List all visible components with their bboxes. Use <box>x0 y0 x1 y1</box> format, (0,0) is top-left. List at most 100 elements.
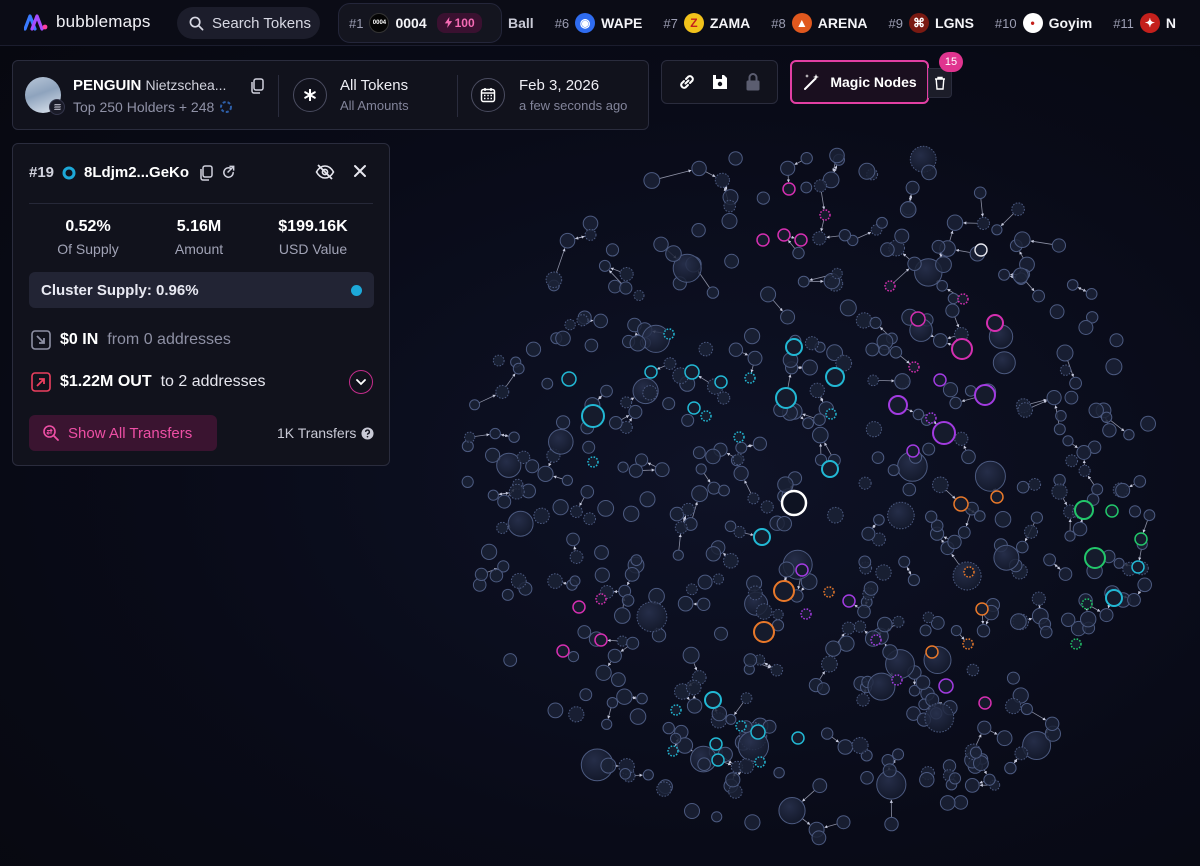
holder-bubble[interactable] <box>691 160 707 177</box>
holder-bubble[interactable] <box>508 431 520 443</box>
holder-bubble[interactable] <box>817 682 830 696</box>
holder-bubble[interactable] <box>973 186 987 200</box>
holder-bubble[interactable] <box>1128 505 1142 518</box>
holder-bubble[interactable] <box>595 664 612 681</box>
holder-bubble[interactable] <box>626 636 640 650</box>
holder-bubble[interactable] <box>564 319 576 331</box>
holder-bubble[interactable] <box>561 474 574 486</box>
date-picker-button[interactable] <box>471 78 505 112</box>
holder-bubble[interactable] <box>723 199 737 213</box>
holder-bubble[interactable] <box>464 431 476 443</box>
holder-bubble[interactable] <box>1004 761 1017 775</box>
holder-bubble[interactable] <box>946 214 964 231</box>
holder-bubble[interactable] <box>706 286 720 299</box>
holder-bubble[interactable] <box>700 410 712 422</box>
holder-bubble[interactable] <box>836 815 851 830</box>
holder-bubble[interactable] <box>823 586 835 598</box>
holder-bubble[interactable] <box>682 646 700 664</box>
holder-bubble[interactable] <box>614 607 631 624</box>
holder-bubble[interactable] <box>825 408 837 420</box>
holder-bubble[interactable] <box>510 573 527 589</box>
trending-item[interactable]: #7 Z ZAMA <box>663 13 750 33</box>
holder-bubble[interactable] <box>559 232 576 249</box>
holder-bubble[interactable] <box>919 772 935 788</box>
holder-bubble[interactable] <box>1074 500 1094 520</box>
holder-bubble[interactable] <box>773 580 795 602</box>
holder-bubble[interactable] <box>780 160 796 176</box>
holder-bubble[interactable] <box>606 697 619 709</box>
holder-bubble[interactable] <box>570 505 583 519</box>
holder-bubble[interactable] <box>812 778 828 794</box>
holder-bubble[interactable] <box>623 505 640 522</box>
holder-bubble[interactable] <box>1055 410 1067 422</box>
holder-bubble[interactable] <box>1058 567 1073 581</box>
holder-bubble[interactable] <box>572 600 586 614</box>
holder-bubble[interactable] <box>974 510 986 522</box>
holder-bubble[interactable] <box>723 553 739 569</box>
holder-bubble[interactable] <box>907 573 921 587</box>
holder-bubble[interactable] <box>547 573 563 589</box>
holder-bubble[interactable] <box>792 246 805 260</box>
holder-bubble[interactable] <box>725 772 741 788</box>
holder-bubble[interactable] <box>819 209 831 221</box>
holder-bubble[interactable] <box>605 243 620 257</box>
holder-bubble[interactable] <box>878 344 890 356</box>
trending-item[interactable]: #6 ◉ WAPE <box>555 13 642 33</box>
help-icon[interactable] <box>361 426 374 440</box>
holder-bubble[interactable] <box>474 567 488 582</box>
boost-badge[interactable]: 100 <box>436 13 482 33</box>
holder-bubble[interactable] <box>1099 608 1114 623</box>
holder-bubble[interactable] <box>753 621 775 643</box>
holder-bubble[interactable] <box>947 292 960 305</box>
holder-bubble[interactable] <box>674 521 688 534</box>
holder-bubble[interactable] <box>871 451 885 465</box>
holder-bubble[interactable] <box>910 311 926 327</box>
holder-bubble[interactable] <box>800 152 813 165</box>
holder-bubble[interactable] <box>760 286 777 303</box>
holder-bubble[interactable] <box>705 546 722 562</box>
holder-bubble[interactable] <box>869 316 882 329</box>
holder-bubble[interactable] <box>1065 454 1079 468</box>
holder-bubble[interactable] <box>977 720 992 735</box>
holder-bubble[interactable] <box>776 516 792 532</box>
holder-bubble[interactable] <box>743 653 758 667</box>
holder-bubble[interactable] <box>797 275 810 288</box>
holder-bubble[interactable] <box>593 313 609 329</box>
search-tokens-button[interactable]: Search Tokens <box>177 7 320 39</box>
holder-bubble[interactable] <box>945 303 960 318</box>
show-all-transfers-button[interactable]: Show All Transfers <box>29 415 217 451</box>
holder-bubble[interactable] <box>870 634 882 646</box>
holder-bubble[interactable] <box>684 364 700 380</box>
holder-bubble[interactable] <box>998 268 1011 281</box>
holder-bubble[interactable] <box>1028 478 1042 491</box>
holder-bubble[interactable] <box>858 476 872 490</box>
holder-bubble[interactable] <box>939 795 956 811</box>
holder-bubble[interactable] <box>858 555 872 569</box>
selected-holder-bubble[interactable] <box>780 489 808 517</box>
holder-bubble[interactable] <box>733 431 745 443</box>
copy-icon[interactable] <box>199 164 213 181</box>
holder-bubble[interactable] <box>685 679 702 696</box>
holder-bubble[interactable] <box>561 371 577 387</box>
holder-bubble[interactable] <box>489 427 501 440</box>
holder-bubble[interactable] <box>1100 411 1113 423</box>
holder-bubble[interactable] <box>609 416 623 430</box>
holder-bubble[interactable] <box>735 720 747 732</box>
holder-bubble[interactable] <box>620 396 633 409</box>
holder-bubble[interactable] <box>1016 480 1030 494</box>
holder-bubble[interactable] <box>811 830 827 846</box>
holder-bubble[interactable] <box>894 373 911 390</box>
save-button[interactable] <box>708 70 732 94</box>
holder-bubble[interactable] <box>839 299 857 317</box>
holder-bubble[interactable] <box>1134 532 1148 546</box>
holder-bubble[interactable] <box>802 417 814 430</box>
holder-bubble[interactable] <box>1064 390 1079 405</box>
holder-bubble[interactable] <box>775 387 797 409</box>
clear-magic-nodes-button[interactable] <box>928 68 952 98</box>
holder-bubble[interactable] <box>933 333 948 348</box>
holder-bubble[interactable] <box>1040 625 1053 639</box>
holder-bubble[interactable] <box>1088 402 1104 418</box>
holder-bubble[interactable] <box>756 233 770 247</box>
holder-bubble[interactable] <box>1078 464 1091 477</box>
holder-bubble[interactable] <box>778 797 806 825</box>
